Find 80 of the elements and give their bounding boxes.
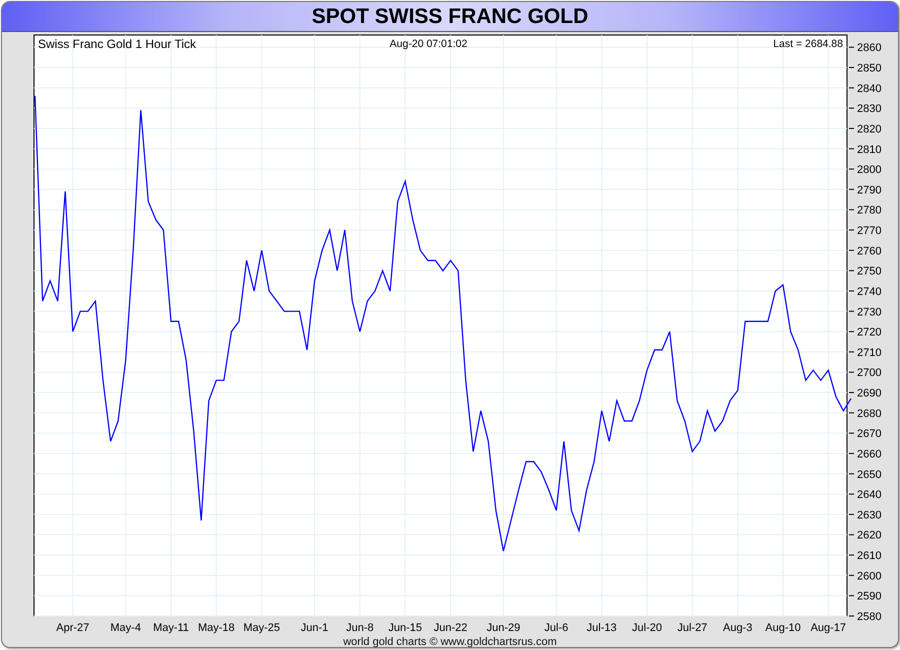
y-tick: 2710 bbox=[848, 346, 882, 359]
x-tick-label: Aug-10 bbox=[765, 622, 801, 634]
y-tick-label: 2670 bbox=[857, 428, 882, 440]
y-tick-label: 2820 bbox=[857, 123, 882, 136]
y-tick-label: 2600 bbox=[857, 570, 882, 582]
y-tick-label: 2730 bbox=[857, 306, 882, 318]
y-tick: 2810 bbox=[848, 144, 882, 156]
y-tick: 2600 bbox=[848, 570, 882, 582]
y-tick: 2690 bbox=[848, 388, 882, 400]
x-tick-label: May-11 bbox=[153, 622, 189, 634]
y-tick-label: 2850 bbox=[857, 62, 882, 75]
y-tick-label: 2590 bbox=[857, 590, 882, 603]
y-tick: 2650 bbox=[848, 468, 882, 481]
y-tick-label: 2610 bbox=[857, 550, 882, 562]
y-tick-label: 2770 bbox=[857, 225, 882, 238]
y-tick: 2670 bbox=[848, 428, 882, 440]
x-tick-label: Jul-6 bbox=[544, 622, 568, 634]
x-tick-label: Jun-1 bbox=[300, 622, 328, 634]
y-tick: 2820 bbox=[848, 123, 882, 136]
y-tick-label: 2840 bbox=[857, 82, 882, 95]
y-tick: 2740 bbox=[848, 286, 882, 298]
y-tick-label: 2790 bbox=[857, 184, 882, 196]
y-tick-label: 2720 bbox=[857, 326, 882, 339]
y-tick-label: 2860 bbox=[857, 42, 882, 54]
y-tick: 2750 bbox=[848, 266, 882, 278]
y-tick: 2610 bbox=[848, 550, 882, 562]
timestamp-text: Aug-20 07:01:02 bbox=[390, 38, 468, 50]
x-tick-label: Jul-27 bbox=[677, 622, 708, 634]
y-tick: 2780 bbox=[848, 204, 882, 217]
y-tick-label: 2640 bbox=[857, 489, 882, 502]
credit-text: world gold charts © www.goldchartsrus.com bbox=[343, 636, 557, 647]
y-tick: 2850 bbox=[848, 62, 882, 74]
x-tick-label: Jun-15 bbox=[388, 622, 422, 634]
y-tick: 2580 bbox=[848, 611, 882, 623]
y-tick-label: 2660 bbox=[857, 448, 882, 460]
last-price-text: Last = 2684.88 bbox=[773, 38, 843, 50]
x-tick-label: Jul-13 bbox=[586, 622, 617, 634]
y-tick: 2620 bbox=[848, 530, 882, 542]
y-tick: 2700 bbox=[848, 367, 882, 380]
y-tick: 2840 bbox=[848, 82, 882, 95]
y-tick: 2760 bbox=[848, 245, 882, 258]
y-tick: 2790 bbox=[848, 184, 882, 196]
y-tick-label: 2680 bbox=[857, 408, 882, 420]
x-tick-label: Jun-8 bbox=[346, 622, 374, 634]
y-tick: 2730 bbox=[848, 306, 882, 318]
x-tick-label: Aug-3 bbox=[722, 622, 752, 634]
y-tick-label: 2750 bbox=[857, 266, 882, 278]
y-tick-label: 2620 bbox=[857, 530, 882, 542]
y-tick: 2830 bbox=[848, 103, 882, 116]
y-tick: 2720 bbox=[848, 326, 882, 339]
y-tick-label: 2800 bbox=[857, 164, 882, 176]
y-tick: 2770 bbox=[848, 225, 882, 238]
page-title: SPOT SWISS FRANC GOLD bbox=[312, 4, 588, 28]
x-tick-label: Jul-20 bbox=[632, 622, 662, 634]
x-tick-label: Aug-17 bbox=[810, 622, 846, 634]
x-tick-label: Jun-22 bbox=[434, 622, 468, 634]
y-tick-label: 2830 bbox=[857, 103, 882, 116]
y-tick: 2640 bbox=[848, 489, 882, 502]
y-tick: 2860 bbox=[848, 42, 882, 54]
x-tick-label: Jun-29 bbox=[486, 622, 520, 634]
chart-caption: Swiss Franc Gold 1 Hour Tick bbox=[38, 37, 196, 51]
y-tick: 2590 bbox=[848, 590, 882, 603]
y-tick-label: 2650 bbox=[857, 468, 882, 481]
y-tick-label: 2700 bbox=[857, 367, 882, 380]
x-tick-label: May-4 bbox=[110, 622, 141, 634]
y-tick: 2630 bbox=[848, 509, 882, 522]
y-tick-label: 2780 bbox=[857, 204, 882, 217]
y-tick: 2660 bbox=[848, 448, 882, 460]
y-tick-label: 2760 bbox=[857, 245, 882, 258]
y-tick-label: 2580 bbox=[857, 611, 882, 623]
y-tick-label: 2690 bbox=[857, 388, 882, 400]
x-tick-label: Apr-27 bbox=[56, 622, 90, 634]
y-tick-label: 2710 bbox=[857, 346, 882, 359]
y-tick-label: 2810 bbox=[857, 144, 882, 156]
x-tick-label: May-18 bbox=[198, 622, 235, 634]
y-tick-label: 2630 bbox=[857, 509, 882, 522]
x-tick-label: May-25 bbox=[243, 622, 280, 634]
y-tick: 2800 bbox=[848, 164, 882, 176]
y-tick: 2680 bbox=[848, 408, 882, 420]
y-tick-label: 2740 bbox=[857, 286, 882, 298]
